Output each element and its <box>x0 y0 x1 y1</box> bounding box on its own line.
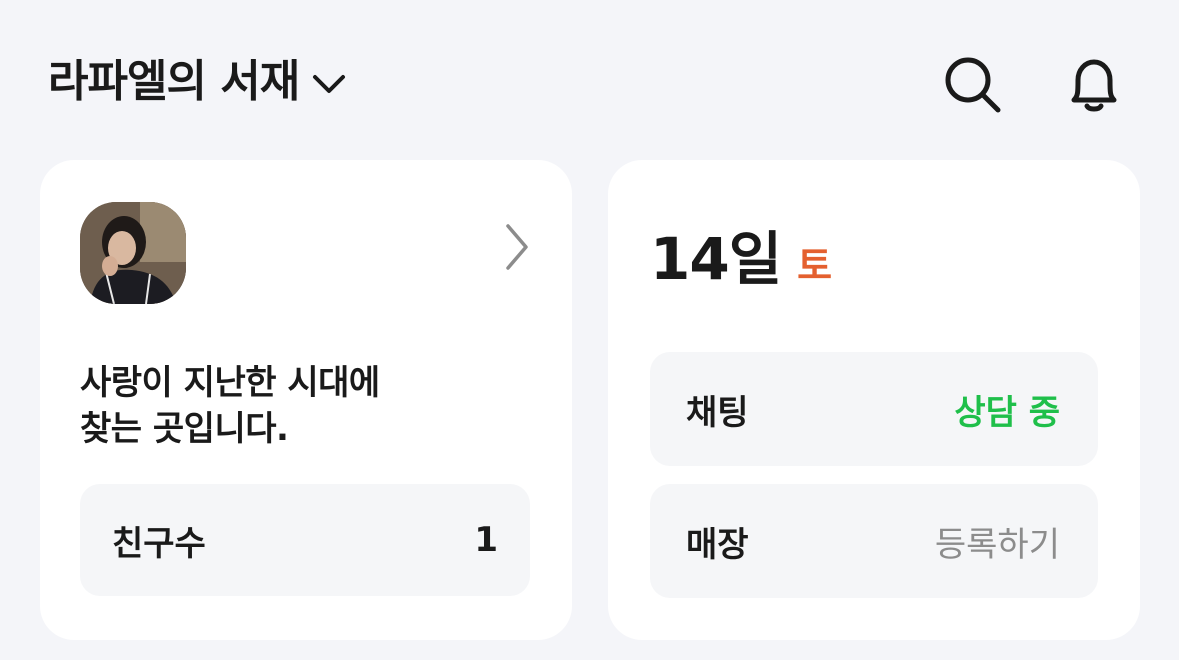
profile-intro: 사랑이 지난한 시대에 찾는 곳입니다. <box>80 360 520 452</box>
intro-line-1: 사랑이 지난한 시대에 <box>80 363 380 403</box>
weekday-label: 토 <box>797 244 833 288</box>
store-row[interactable]: 매장 등록하기 <box>650 484 1098 598</box>
avatar <box>80 202 186 304</box>
intro-line-2: 찾는 곳입니다. <box>80 409 289 449</box>
header: 라파엘의 서재 <box>0 0 1179 150</box>
chevron-down-icon <box>309 64 349 104</box>
search-button[interactable] <box>940 54 1004 118</box>
friends-label: 친구수 <box>112 523 206 564</box>
chat-row[interactable]: 채팅 상담 중 <box>650 352 1098 466</box>
store-label: 매장 <box>686 524 749 565</box>
date-display: 14일 토 <box>650 212 832 296</box>
library-selector[interactable]: 라파엘의 서재 <box>48 52 349 112</box>
friends-count: 1 <box>474 520 498 560</box>
profile-card[interactable]: 사랑이 지난한 시대에 찾는 곳입니다. 친구수 1 <box>40 160 572 640</box>
bell-icon <box>1062 52 1126 120</box>
page-title: 라파엘의 서재 <box>48 56 300 107</box>
date-number: 14일 <box>650 225 782 293</box>
chat-status: 상담 중 <box>954 392 1060 433</box>
chat-label: 채팅 <box>686 392 749 433</box>
store-register-link[interactable]: 등록하기 <box>935 517 1060 566</box>
notifications-button[interactable] <box>1062 54 1126 118</box>
search-icon <box>940 52 1004 120</box>
chevron-right-icon[interactable] <box>496 220 536 274</box>
friends-count-row[interactable]: 친구수 1 <box>80 484 530 596</box>
status-card: 14일 토 채팅 상담 중 매장 등록하기 <box>608 160 1140 640</box>
